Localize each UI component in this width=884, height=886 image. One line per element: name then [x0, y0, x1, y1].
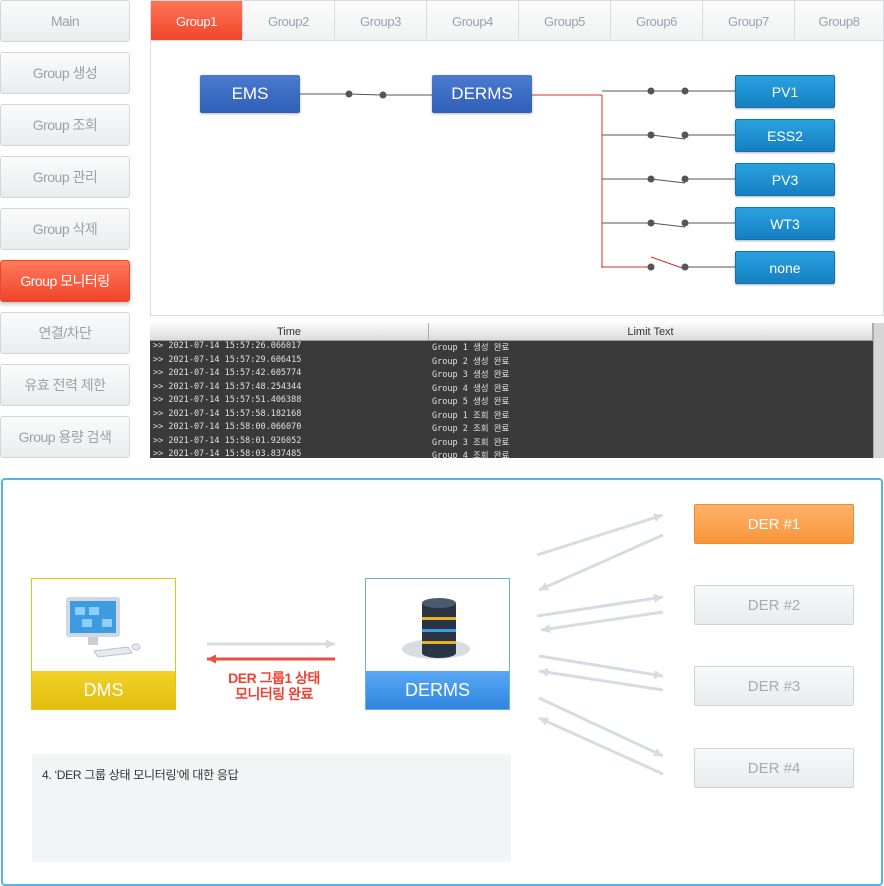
log-cell-text: Group 2 생성 완료 — [432, 356, 510, 367]
log-row[interactable]: >> 2021-07-14 15:57:29.606415 Group 2 생성 … — [150, 355, 884, 369]
flow-panel: DMS DERMS DER 그룹1 상태 모니터링 완료 DER #1 DER #… — [1, 478, 883, 886]
tab-group-5[interactable]: Group5 — [519, 1, 611, 41]
ems-switch-blade — [348, 93, 384, 96]
log-cell-text: Group 2 조회 완료 — [432, 424, 510, 434]
der-box-2[interactable]: DER #2 — [694, 585, 854, 625]
tab-group-4[interactable]: Group4 — [427, 1, 519, 41]
log-header-limit-text[interactable]: Limit Text — [429, 323, 873, 341]
sidebar-item-7[interactable]: 유효 전력 제한 — [0, 364, 130, 406]
app-root: Main Group 생성 Group 조회 Group 관리 Group 삭제 Grou… — [0, 0, 884, 886]
log-cell-time: >> 2021-07-14 15:57:58.182168 — [153, 408, 302, 419]
derms-to-dms-arrow-head — [207, 654, 216, 664]
sidebar-item-8[interactable]: Group 용량 검색 — [0, 416, 130, 458]
log-cell-text: Group 1 생성 완료 — [432, 343, 510, 353]
log-table[interactable]: Time Limit Text >> 2021-07-14 15:57:26.0… — [150, 323, 884, 458]
sidebar-item-0[interactable]: Main — [0, 0, 130, 42]
log-row[interactable]: >> 2021-07-14 15:58:01.926052 Group 3 조회 … — [150, 436, 884, 450]
flow-caption: DER 그룹1 상태 모니터링 완료 — [199, 670, 349, 702]
log-header-time[interactable]: Time — [150, 323, 429, 341]
der-box-1[interactable]: DER #1 — [694, 504, 854, 544]
log-cell-time: >> 2021-07-14 15:57:42.605774 — [153, 368, 302, 378]
group-tabbar: Group1 Group2 Group3 Group4 Group5 Group6 Grou… — [150, 0, 884, 41]
sidebar-item-2[interactable]: Group 조회 — [0, 104, 130, 146]
tab-group-8[interactable]: Group8 — [795, 1, 883, 41]
computer-icon — [66, 597, 141, 658]
log-cell-text: Group 5 생성 완료 — [432, 397, 510, 407]
tab-group-7[interactable]: Group7 — [703, 1, 795, 41]
der-node-3[interactable]: WT3 — [735, 207, 835, 240]
log-cell-time: >> 2021-07-14 15:58:03.837485 — [153, 449, 302, 458]
log-cell-text: Group 4 생성 완료 — [432, 383, 510, 394]
dms-card[interactable]: DMS — [31, 578, 176, 710]
log-cell-text: Group 4 조회 완료 — [432, 451, 510, 458]
der-switch-blade — [650, 222, 686, 228]
der-node-2[interactable]: PV3 — [735, 163, 835, 196]
sidebar-item-6[interactable]: 연결/차단 — [0, 312, 130, 354]
topology-diagram: EMS DERMS PV1 ESS2 PV3 WT3 none — [150, 40, 884, 316]
derms-to-der1-arrow — [536, 513, 664, 557]
database-icon — [402, 598, 470, 659]
log-row[interactable]: >> 2021-07-14 15:57:42.605774 Group 3 생성 … — [150, 368, 884, 382]
log-cell-time: >> 2021-07-14 15:58:00.066070 — [153, 422, 302, 432]
sidebar-item-5[interactable]: Group 모니터링 — [0, 260, 130, 302]
ems-node[interactable]: EMS — [200, 75, 300, 113]
log-row[interactable]: >> 2021-07-14 15:57:48.254344 Group 4 생성 … — [150, 382, 884, 396]
der2-to-derms-arrow — [540, 610, 664, 632]
der-box-3[interactable]: DER #3 — [694, 666, 854, 706]
tab-group-3[interactable]: Group3 — [335, 1, 427, 41]
log-row[interactable]: >> 2021-07-14 15:58:00.066070 Group 2 조회 … — [150, 422, 884, 436]
der-switch-blade — [650, 134, 686, 140]
log-row[interactable]: >> 2021-07-14 15:57:26.066017 Group 1 생성 … — [150, 341, 884, 355]
der-switch-contact — [647, 263, 655, 271]
tab-group-2[interactable]: Group2 — [243, 1, 335, 41]
tab-group-1[interactable]: Group1 — [151, 1, 243, 41]
log-scrollbar[interactable] — [873, 323, 884, 458]
der-node-0[interactable]: PV1 — [735, 75, 835, 108]
derms-label: DERMS — [366, 671, 509, 709]
log-rows: >> 2021-07-14 15:57:26.066017 Group 1 생성 … — [150, 341, 884, 458]
log-cell-time: >> 2021-07-14 15:58:01.926052 — [153, 435, 302, 446]
log-header: Time Limit Text — [150, 323, 884, 341]
der-node-1[interactable]: ESS2 — [735, 119, 835, 152]
der1-to-derms-arrow — [538, 533, 664, 592]
log-cell-text: Group 3 생성 완료 — [432, 370, 510, 380]
der-box-4[interactable]: DER #4 — [694, 748, 854, 788]
log-row[interactable]: >> 2021-07-14 15:58:03.837485 Group 4 조회 … — [150, 449, 884, 458]
derms-to-der2-arrow — [536, 595, 664, 618]
dms-to-derms-arrow-head — [326, 639, 335, 649]
dms-label: DMS — [32, 671, 175, 709]
log-cell-text: Group 3 조회 완료 — [432, 437, 510, 448]
derms-node[interactable]: DERMS — [432, 75, 532, 113]
log-cell-text: Group 1 조회 완료 — [432, 410, 510, 421]
der-node-4[interactable]: none — [735, 251, 835, 284]
log-cell-time: >> 2021-07-14 15:57:51.406388 — [153, 395, 302, 405]
tab-group-6[interactable]: Group6 — [611, 1, 703, 41]
log-row[interactable]: >> 2021-07-14 15:57:51.406388 Group 5 생성 … — [150, 395, 884, 409]
sidebar-item-4[interactable]: Group 삭제 — [0, 208, 130, 250]
log-cell-time: >> 2021-07-14 15:57:29.606415 — [153, 354, 302, 365]
sidebar-item-3[interactable]: Group 관리 — [0, 156, 130, 198]
sidebar-item-1[interactable]: Group 생성 — [0, 52, 130, 94]
log-row[interactable]: >> 2021-07-14 15:57:58.182168 Group 1 조회 … — [150, 409, 884, 423]
der-switch-blade — [650, 178, 686, 184]
derms-card[interactable]: DERMS — [365, 578, 510, 710]
der-switch-blade-open — [650, 256, 686, 270]
log-cell-time: >> 2021-07-14 15:57:48.254344 — [153, 381, 302, 392]
flow-caption-line2: 모니터링 완료 — [235, 686, 313, 702]
log-cell-time: >> 2021-07-14 15:57:26.066017 — [153, 341, 302, 351]
response-note: 4. ‘DER 그룹 상태 모니터링’에 대한 응답 — [32, 754, 511, 862]
response-note-text: 4. ‘DER 그룹 상태 모니터링’에 대한 응답 — [42, 768, 239, 782]
flow-caption-line1: DER 그룹1 상태 — [228, 670, 320, 686]
